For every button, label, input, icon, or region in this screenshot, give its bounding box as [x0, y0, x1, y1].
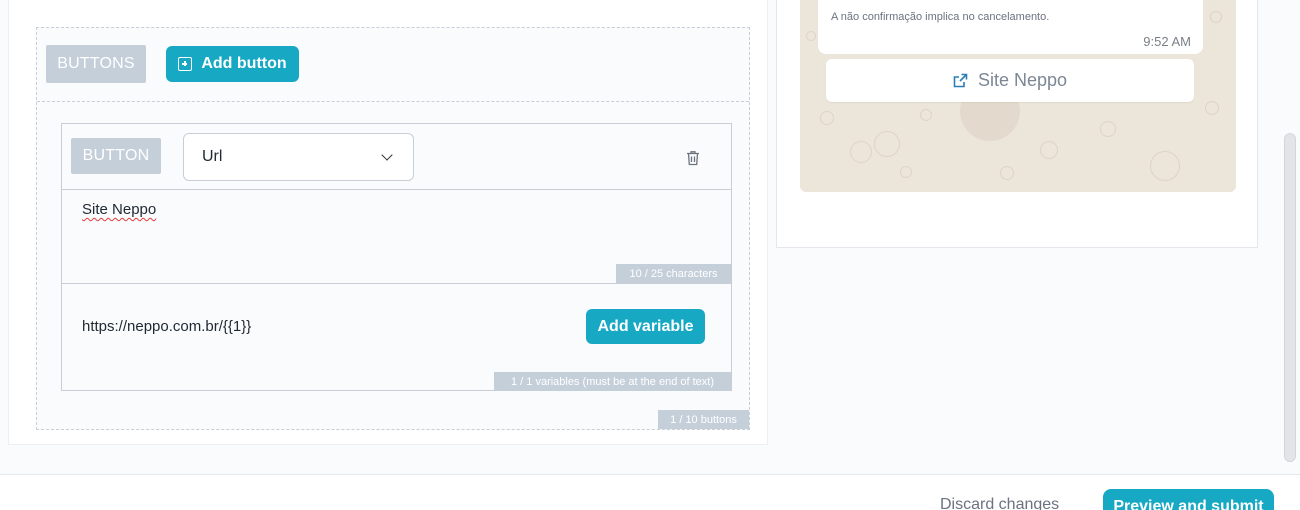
doodle: [1040, 141, 1058, 159]
buttons-section: BUTTONS Add button BUTTON Url Site Neppo…: [36, 27, 750, 430]
button-text-value: Site Neppo: [82, 201, 157, 218]
add-button-label: Add button: [201, 55, 287, 72]
button-text-field[interactable]: Site Neppo 10 / 25 characters: [62, 190, 731, 284]
button-url-field[interactable]: https://neppo.com.br/{{1}} Add variable …: [62, 284, 731, 391]
discard-changes-button[interactable]: Discard changes: [940, 496, 1059, 510]
chevron-down-icon: [381, 149, 393, 161]
button-tag: BUTTON: [71, 138, 161, 174]
doodle: [1000, 166, 1014, 180]
variables-counter: 1 / 1 variables (must be at the end of t…: [494, 372, 731, 391]
footer-bar: Discard changes Preview and submit: [0, 474, 1300, 510]
doodle: [1205, 101, 1219, 115]
button-item-header: BUTTON Url: [62, 124, 731, 190]
message-bubble: A não confirmação implica no cancelament…: [818, 0, 1203, 54]
buttons-counter: 1 / 10 buttons: [658, 410, 749, 429]
doodle: [806, 31, 816, 41]
buttons-section-header: BUTTONS Add button: [37, 28, 749, 102]
message-preview-card: A não confirmação implica no cancelament…: [776, 0, 1258, 248]
button-url-value: https://neppo.com.br/{{1}}: [82, 318, 252, 335]
buttons-tag: BUTTONS: [46, 45, 146, 83]
button-type-select[interactable]: Url: [183, 133, 414, 181]
external-link-icon: [953, 73, 968, 88]
button-type-value: Url: [202, 148, 223, 165]
preview-url-button-label: Site Neppo: [977, 70, 1068, 90]
add-variable-button[interactable]: Add variable: [586, 309, 705, 344]
message-time: 9:52 AM: [1143, 34, 1191, 49]
text-character-counter: 10 / 25 characters: [616, 264, 731, 283]
doodle: [874, 131, 900, 157]
plus-square-icon: [178, 57, 193, 71]
template-editor-panel: BUTTONS Add button BUTTON Url Site Neppo…: [0, 0, 770, 458]
doodle: [920, 109, 932, 121]
trash-icon[interactable]: [686, 150, 700, 166]
doodle: [1210, 11, 1222, 23]
message-text: A não confirmação implica no cancelament…: [831, 11, 1050, 23]
button-item: BUTTON Url Site Neppo 10 / 25 characters…: [61, 123, 732, 391]
doodle: [850, 141, 872, 163]
preview-url-button[interactable]: Site Neppo: [826, 59, 1194, 102]
doodle: [900, 166, 912, 178]
chat-background: A não confirmação implica no cancelament…: [800, 0, 1236, 192]
doodle: [1100, 121, 1116, 137]
add-button[interactable]: Add button: [166, 46, 299, 82]
scrollbar-thumb[interactable]: [1284, 133, 1296, 462]
preview-and-submit-button[interactable]: Preview and submit: [1103, 489, 1274, 510]
doodle: [1150, 151, 1180, 181]
doodle: [820, 111, 834, 125]
